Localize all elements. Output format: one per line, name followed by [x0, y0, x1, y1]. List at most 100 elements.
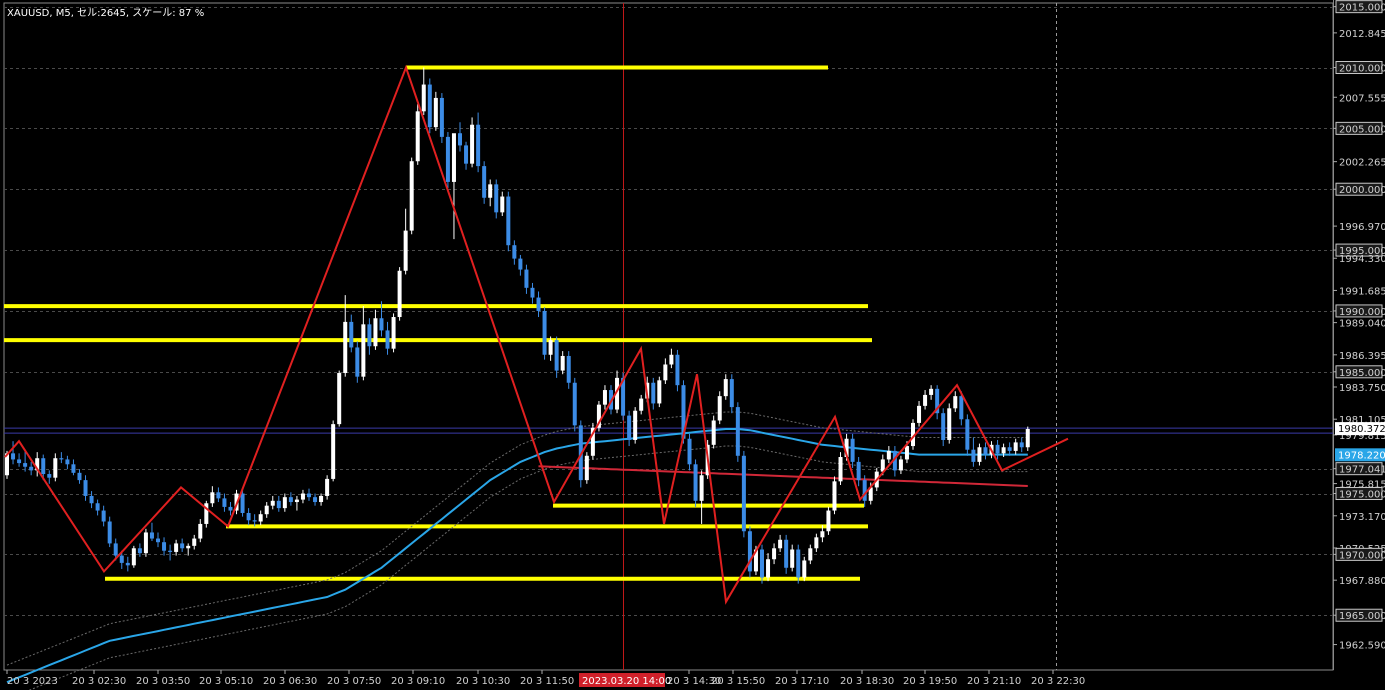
candle-body — [536, 297, 541, 311]
candle-body — [904, 446, 909, 460]
price-chart[interactable]: 2015.000 2012.845 2010.000 2007.555 2005.000… — [0, 0, 1385, 690]
candle-body — [917, 405, 922, 423]
price-tick-label: 1985.000 — [1339, 368, 1385, 379]
price-tick-label: 1975.000 — [1339, 490, 1385, 501]
candle-body — [741, 455, 746, 532]
price-tick-label: 2007.555 — [1339, 93, 1385, 104]
price-tick-label: 2000.000 — [1339, 185, 1385, 196]
candle-body — [95, 503, 100, 511]
candle-body — [222, 498, 227, 507]
candle-body — [300, 493, 305, 500]
price-tick-label: 1967.880 — [1339, 576, 1385, 587]
candle-body — [433, 97, 438, 128]
candle-body — [1001, 447, 1006, 454]
candle-body — [89, 495, 94, 504]
candle-body — [802, 560, 807, 578]
grid-layer — [3, 2, 1334, 671]
candle-body — [65, 459, 70, 465]
price-tick-label: 1965.000 — [1339, 611, 1385, 622]
support-resistance-levels — [4, 65, 872, 581]
price-tick-label: 1973.170 — [1339, 512, 1385, 523]
candle-body — [832, 481, 837, 511]
candle-body — [838, 456, 843, 482]
candle-body — [149, 532, 154, 539]
candle-body — [228, 506, 233, 511]
candle-body — [337, 373, 342, 425]
time-tick-label: 20 3 15:50 — [711, 676, 765, 687]
candle-body — [1007, 447, 1012, 451]
candle-body — [941, 413, 946, 440]
candle-body — [735, 407, 740, 456]
candle-body — [778, 539, 783, 549]
candle-body — [482, 166, 487, 198]
candle-body — [898, 459, 903, 471]
candle-body — [657, 380, 662, 404]
candle-body — [542, 310, 547, 355]
candle-body — [421, 84, 426, 112]
candle-body — [995, 444, 1000, 454]
candle-body — [518, 258, 523, 270]
candle-body — [476, 124, 481, 167]
candle-body — [23, 463, 28, 467]
candle-body — [264, 505, 269, 515]
crosshair-time-label: 2023.03.20 14:00 — [582, 676, 671, 687]
candle-body — [361, 324, 366, 377]
candle-body — [1025, 429, 1030, 448]
candle-body — [633, 410, 638, 440]
candle-body — [470, 124, 475, 164]
candle-body — [391, 317, 396, 349]
candle-body — [959, 396, 964, 420]
zigzag-line — [4, 64, 1069, 605]
price-tick-label: 1986.395 — [1339, 351, 1385, 362]
candle-body — [687, 438, 692, 465]
candle-body — [59, 458, 64, 460]
candlesticks — [5, 67, 1030, 584]
candle-body — [107, 521, 112, 544]
candle-body — [602, 390, 607, 405]
candle-body — [554, 340, 559, 371]
candle-body — [29, 466, 34, 471]
candle-body — [639, 398, 644, 411]
candle-body — [180, 543, 185, 549]
price-tick-label: 1962.590 — [1339, 641, 1385, 652]
candle-body — [947, 408, 952, 440]
candle-body — [458, 133, 462, 146]
candle-body — [331, 424, 336, 479]
candle-body — [258, 514, 263, 522]
candle-body — [766, 559, 771, 578]
candle-body — [325, 478, 330, 496]
candle-body — [627, 415, 632, 440]
candle-body — [820, 531, 825, 538]
moving-averages — [6, 411, 1028, 690]
candle-body — [862, 480, 867, 501]
candle-body — [675, 354, 680, 386]
candle-body — [397, 270, 402, 318]
candle-body — [790, 549, 795, 568]
time-tick-label: 20 3 06:30 — [263, 676, 317, 687]
candle-body — [929, 388, 934, 395]
candle-body — [168, 550, 173, 552]
candle-body — [826, 510, 831, 532]
candle-body — [17, 459, 22, 464]
candle-body — [651, 382, 656, 404]
time-tick-label: 20 3 09:10 — [391, 676, 445, 687]
candle-body — [451, 133, 456, 182]
chart-title: XAUUSD, M5, セル:2645, スケール: 87 % — [7, 8, 205, 19]
ma-slow-price-label: 1978.220 — [1338, 450, 1385, 461]
candle-body — [560, 355, 565, 371]
price-tick-label: 2010.000 — [1339, 64, 1385, 75]
candle-body — [566, 355, 571, 383]
axes: 2015.000 2012.845 2010.000 2007.555 2005.000… — [6, 0, 1385, 690]
candle-body — [971, 449, 976, 462]
candle-body — [494, 184, 499, 213]
candle-body — [131, 548, 136, 566]
candle-body — [439, 97, 444, 137]
candle-body — [192, 538, 197, 546]
time-tick-label: 20 3 03:50 — [136, 676, 190, 687]
candle-body — [41, 458, 46, 475]
time-tick-label: 20 3 22:30 — [1031, 676, 1085, 687]
candle-body — [47, 474, 52, 478]
time-tick-label: 20 3 18:30 — [840, 676, 894, 687]
candle-body — [355, 347, 360, 377]
candle-body — [367, 324, 372, 347]
